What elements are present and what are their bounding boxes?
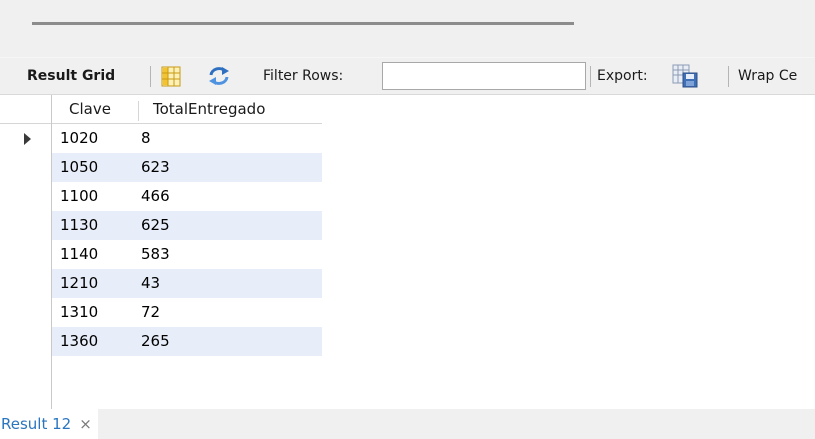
cell-clave[interactable]: 1140	[60, 240, 98, 269]
column-divider	[138, 101, 139, 121]
row-selector[interactable]	[0, 327, 52, 356]
export-label: Export:	[597, 68, 648, 84]
table-row[interactable]: 1310 72	[0, 298, 322, 327]
toolbar-separator	[590, 66, 591, 87]
table-row[interactable]: 1140 583	[0, 240, 322, 269]
result-tab-label: Result 12	[1, 415, 72, 433]
filter-rows-label: Filter Rows:	[263, 68, 344, 84]
row-selector[interactable]	[0, 153, 52, 182]
filter-rows-input[interactable]	[382, 62, 586, 90]
cell-clave[interactable]: 1210	[60, 269, 98, 298]
cell-clave[interactable]: 1100	[60, 182, 98, 211]
row-header-strip	[0, 356, 52, 409]
cell-totalentregado[interactable]: 583	[141, 240, 170, 269]
table-row[interactable]: 1360 265	[0, 327, 322, 356]
panel-divider[interactable]	[32, 22, 574, 25]
table-row[interactable]: 1050 623	[0, 153, 322, 182]
tab-result-12[interactable]: Result 12 ×	[0, 409, 98, 439]
export-icon[interactable]	[672, 64, 698, 88]
cell-totalentregado[interactable]: 623	[141, 153, 170, 182]
grid-header-row: Clave TotalEntregado	[0, 95, 322, 124]
table-row[interactable]: 1100 466	[0, 182, 322, 211]
cell-totalentregado[interactable]: 265	[141, 327, 170, 356]
cell-clave[interactable]: 1360	[60, 327, 98, 356]
cell-totalentregado[interactable]: 466	[141, 182, 170, 211]
cell-totalentregado[interactable]: 8	[141, 124, 151, 153]
row-pointer-icon	[24, 133, 31, 145]
table-row[interactable]: 1130 625	[0, 211, 322, 240]
row-header-corner	[0, 95, 52, 124]
table-row[interactable]: 1210 43	[0, 269, 322, 298]
cell-clave[interactable]: 1020	[60, 124, 98, 153]
column-header-clave[interactable]: Clave	[69, 95, 111, 124]
cell-totalentregado[interactable]: 43	[141, 269, 160, 298]
result-tabs-bar: Result 12 ×	[0, 409, 815, 439]
close-icon[interactable]: ×	[79, 409, 92, 439]
cell-totalentregado[interactable]: 72	[141, 298, 160, 327]
result-grid: Clave TotalEntregado 1020 8 1050 623 110…	[0, 95, 815, 409]
row-selector[interactable]	[0, 124, 52, 153]
cell-clave[interactable]: 1310	[60, 298, 98, 327]
toolbar-separator	[728, 66, 729, 87]
result-grid-label[interactable]: Result Grid	[27, 58, 115, 95]
row-selector[interactable]	[0, 298, 52, 327]
top-panel	[0, 0, 815, 57]
refresh-icon[interactable]	[208, 66, 230, 86]
row-selector[interactable]	[0, 240, 52, 269]
row-selector[interactable]	[0, 269, 52, 298]
toolbar-separator	[150, 66, 151, 87]
table-row[interactable]: 1020 8	[0, 124, 322, 153]
wrap-cell-label[interactable]: Wrap Ce	[738, 58, 797, 95]
cell-clave[interactable]: 1050	[60, 153, 98, 182]
row-selector[interactable]	[0, 182, 52, 211]
column-header-totalentregado[interactable]: TotalEntregado	[153, 95, 265, 124]
result-toolbar: Result Grid Filter Rows: Export: Wrap Ce	[0, 57, 815, 95]
cell-totalentregado[interactable]: 625	[141, 211, 170, 240]
row-selector[interactable]	[0, 211, 52, 240]
grid-view-icon[interactable]	[161, 66, 181, 87]
cell-clave[interactable]: 1130	[60, 211, 98, 240]
